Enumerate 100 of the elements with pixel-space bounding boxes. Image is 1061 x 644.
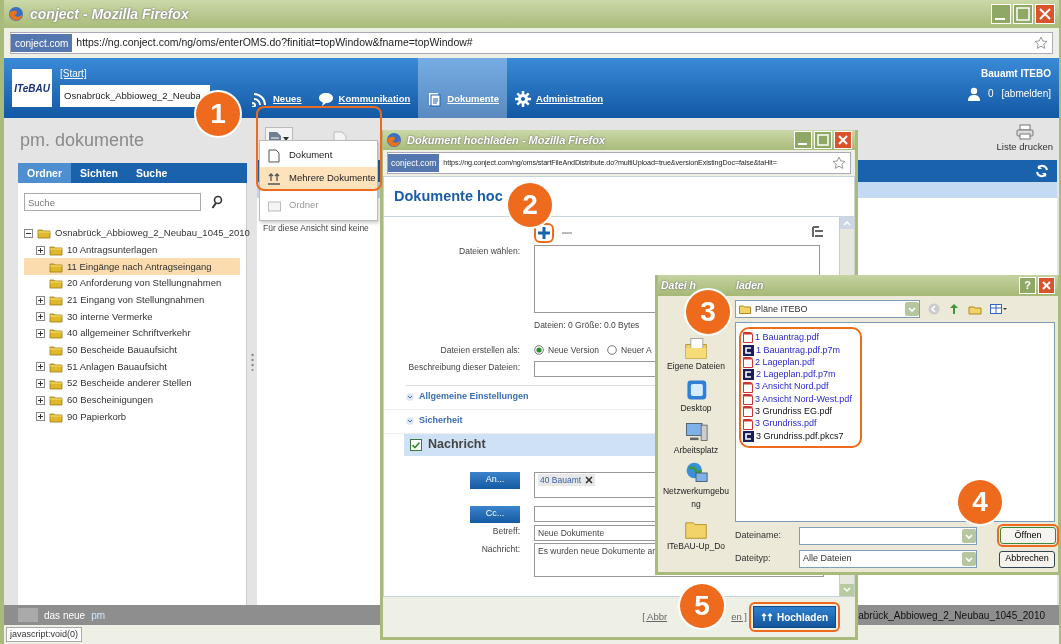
document-icon (268, 148, 281, 163)
maximize-button[interactable] (1013, 4, 1033, 24)
bookmark-star-icon[interactable] (832, 156, 846, 170)
thumbnail-placeholder (18, 608, 38, 622)
cancel-link[interactable]: [ Abbr (642, 609, 668, 625)
project-select[interactable]: Osnabrück_Abbioweg_2_Neuba (60, 85, 210, 107)
tree-row[interactable]: 60 Bescheinigungen (24, 391, 240, 409)
tree-row[interactable]: 20 Anforderung von Stellungnahmen (24, 275, 240, 292)
field-label: Beschreibung dieser Dateien: (408, 361, 520, 372)
remove-icon[interactable] (585, 475, 594, 484)
tree-row[interactable]: 21 Eingang von Stellungnahmen (24, 291, 240, 309)
print-list-button[interactable]: Liste drucken (990, 123, 1059, 155)
bookmark-star-icon[interactable] (1034, 36, 1048, 50)
expand-icon[interactable] (36, 328, 45, 338)
chevron-icon (406, 417, 414, 425)
file-item[interactable]: 1 Bauantrag.pdf (743, 331, 852, 345)
document-icon (743, 393, 753, 405)
tree-row[interactable]: 10 Antragsunterlagen (24, 241, 240, 259)
places-shortcut[interactable]: Netzwerkumgebung (661, 461, 731, 511)
minimize-button[interactable] (991, 4, 1011, 24)
expand-icon[interactable] (36, 379, 45, 389)
recipient-button[interactable]: An... (470, 471, 520, 489)
menu-item[interactable]: Mehrere Dokumente (260, 167, 377, 190)
start-link[interactable]: [Start] (60, 66, 230, 81)
file-summary: Dateien: 0 Größe: 0.0 Bytes (534, 319, 640, 332)
minimize-button[interactable] (794, 131, 812, 149)
recipient-token[interactable]: 40 Bauamt (538, 473, 596, 487)
cancel-link[interactable]: en ] (731, 609, 747, 625)
message-count: 0 (987, 87, 994, 101)
tree-view-icon[interactable] (812, 226, 824, 240)
file-item[interactable]: 1 Bauantrag.pdf.p7m (743, 344, 852, 357)
field-label: Betreff: (492, 525, 520, 536)
url-text: https://ng.conject.com/ng/oms/enterOMS.do?finitiat=topWindow&fname=topWindow# (76, 35, 473, 51)
radio-option[interactable]: Neue Version (534, 343, 600, 357)
field-label: Dateien erstellen als: (440, 344, 520, 355)
step-badge: 5 (680, 584, 724, 628)
field-label: Nachricht: (481, 543, 520, 554)
file-type-select[interactable]: Alle Dateien (799, 550, 977, 569)
upload-icon (268, 171, 281, 186)
refresh-icon[interactable] (1035, 164, 1049, 178)
cancel-button[interactable]: Abbrechen (999, 550, 1055, 568)
places-shortcut[interactable]: Eigene Dateien (661, 336, 731, 373)
nav-tab[interactable]: Kommunikation (309, 58, 419, 118)
upload-icon (760, 611, 773, 623)
step-badge: 4 (958, 480, 1002, 524)
places-shortcut[interactable]: ITeBAU-Up_Do (661, 515, 731, 553)
tree-row[interactable]: 11 Eingänge nach Antragseingang (24, 258, 240, 276)
search-icon[interactable] (211, 195, 223, 209)
checkbox-icon[interactable] (410, 438, 422, 451)
nav-tab[interactable]: Administration (507, 58, 612, 118)
file-item[interactable]: 2 Lageplan.pdf.p7m (743, 368, 852, 382)
tree-row[interactable]: 40 allgemeiner Schriftverkehr (24, 325, 240, 342)
tree-row[interactable]: 51 Anlagen Bauaufsicht (24, 358, 240, 376)
site-identity-badge[interactable]: conject.com (11, 34, 73, 52)
documents-icon (426, 91, 443, 107)
search-field[interactable]: Suche (24, 193, 201, 211)
expand-icon[interactable] (36, 312, 45, 322)
upload-button[interactable]: Hochladen (753, 606, 836, 628)
view-menu-icon[interactable] (990, 303, 1008, 316)
tree-row[interactable]: 52 Bescheide anderer Stellen (24, 375, 240, 392)
expand-icon[interactable] (36, 295, 45, 305)
app-logo-icon (386, 132, 402, 148)
field-label: Dateien wählen: (459, 246, 520, 256)
close-button[interactable] (1035, 4, 1055, 24)
open-button[interactable]: Öffnen (1000, 527, 1056, 545)
folder-select[interactable]: Pläne ITEBO (735, 300, 920, 319)
window-title: laden (736, 277, 764, 293)
footer-project-name: abrück_Abbioweg_2_Neubau_1045_2010 (858, 608, 1045, 623)
document-icon (743, 418, 753, 430)
close-button[interactable] (1038, 277, 1055, 294)
expand-icon[interactable] (36, 245, 45, 255)
empty-message: Für diese Ansicht sind keine (263, 222, 369, 235)
tree-row[interactable]: 30 interne Vermerke (24, 308, 240, 326)
up-folder-icon[interactable] (948, 303, 960, 316)
close-button[interactable] (834, 131, 852, 149)
tree-row[interactable]: 50 Bescheide Bauaufsicht (24, 341, 240, 359)
file-item[interactable]: 2 Lageplan.pdf (743, 356, 852, 369)
expand-icon[interactable] (36, 395, 45, 405)
tree-row[interactable]: 90 Papierkorb (24, 408, 240, 426)
new-folder-icon[interactable] (968, 303, 982, 316)
logout-link[interactable]: [abmelden] (1001, 86, 1051, 101)
radio-option[interactable]: Neuer A (607, 343, 652, 357)
expand-icon[interactable] (36, 412, 45, 422)
recipient-button[interactable]: Cc... (470, 505, 520, 523)
step-badge: 3 (686, 290, 730, 334)
nav-tab[interactable]: Neues (230, 58, 310, 118)
collapse-icon[interactable] (24, 228, 33, 238)
site-identity-badge[interactable]: conject.com (388, 154, 440, 172)
step-badge: 2 (508, 183, 552, 227)
tree-item[interactable]: Osnabrück_Abbioweg_2_Neubau_1045_2010 (55, 226, 250, 241)
panel-tab[interactable]: Sichten (71, 163, 127, 183)
panel-tab[interactable]: Suche (126, 163, 177, 183)
user-icon (967, 86, 980, 101)
maximize-button[interactable] (814, 131, 832, 149)
menu-item[interactable]: Dokument (260, 144, 377, 167)
document-icon (743, 332, 753, 344)
file-name-field[interactable] (799, 526, 977, 545)
gear-icon (515, 91, 532, 107)
expand-icon[interactable] (36, 362, 45, 372)
splitter-handle[interactable] (250, 352, 254, 371)
